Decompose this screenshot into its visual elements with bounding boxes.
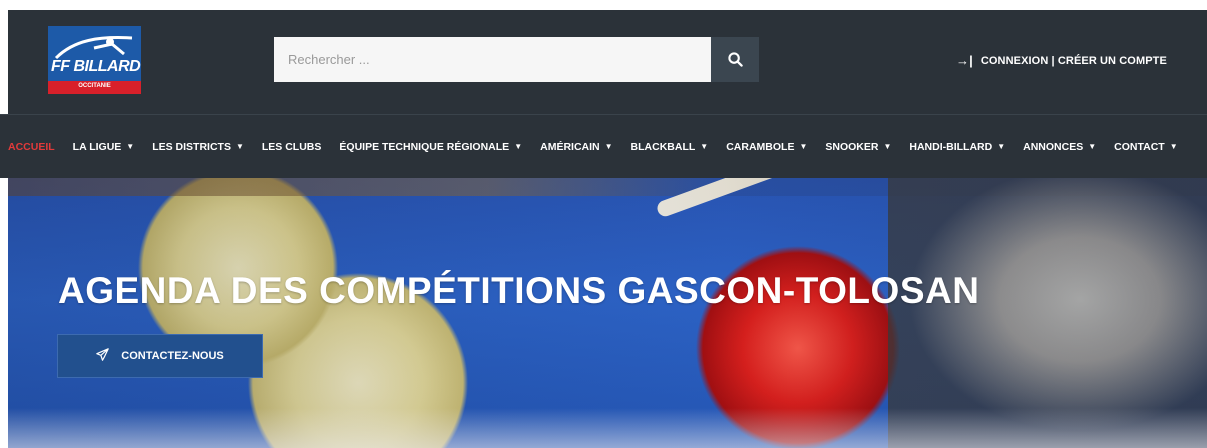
chevron-down-icon: ▼ [126,142,135,151]
hero-banner: AGENDA DES COMPÉTITIONS GASCON-TOLOSAN C… [8,178,1207,448]
chevron-down-icon: ▼ [883,142,892,151]
nav-label: LES DISTRICTS [152,140,231,153]
chevron-down-icon: ▼ [1169,142,1178,151]
hero-cloth-highlight [8,408,1207,448]
nav-item-accueil[interactable]: ACCUEIL [8,141,55,153]
nav-item-handi-billard[interactable]: HANDI-BILLARD ▼ [909,141,1005,153]
nav-item-les-districts[interactable]: LES DISTRICTS ▼ [152,141,244,153]
nav-label: LES CLUBS [261,140,322,153]
nav-label: AMÉRICAIN [540,140,600,153]
login-label: CONNEXION | CRÉER UN COMPTE [980,54,1167,67]
contact-button-label: CONTACTEZ-NOUS [121,350,224,362]
nav-item-blackball[interactable]: BLACKBALL ▼ [631,141,709,153]
chevron-down-icon: ▼ [604,142,613,151]
hero-title: AGENDA DES COMPÉTITIONS GASCON-TOLOSAN [58,270,980,311]
nav-label: LA LIGUE [72,140,122,153]
nav-label: CONTACT [1114,140,1165,153]
nav-list: ACCUEIL LA LIGUE ▼ LES DISTRICTS ▼ LES CLU… [8,115,1196,178]
chevron-down-icon: ▼ [997,142,1006,151]
nav-item-equipe-technique[interactable]: ÉQUIPE TECHNIQUE RÉGIONALE ▼ [339,141,522,153]
nav-item-la-ligue[interactable]: LA LIGUE ▼ [73,141,135,153]
chevron-down-icon: ▼ [235,142,244,151]
paper-plane-icon [96,348,110,364]
logo-player-icon [54,36,133,60]
site-logo[interactable]: FF BILLARD OCCITANIE [48,26,141,94]
chevron-down-icon: ▼ [1088,142,1097,151]
nav-item-les-clubs[interactable]: LES CLUBS [262,141,322,153]
nav-label: ANNONCES [1023,140,1084,153]
nav-item-contact[interactable]: CONTACT ▼ [1114,141,1177,153]
login-arrow-icon: →| [956,53,973,68]
nav-label: ÉQUIPE TECHNIQUE RÉGIONALE [339,140,510,153]
nav-item-carambole[interactable]: CARAMBOLE ▼ [726,141,807,153]
search-input[interactable] [274,37,711,82]
logo-text: FF BILLARD [51,58,141,75]
nav-label: BLACKBALL [630,140,696,153]
login-link[interactable]: →| CONNEXION | CRÉER UN COMPTE [956,53,1167,68]
chevron-down-icon: ▼ [514,142,523,151]
search-button[interactable] [711,37,759,82]
main-nav: ACCUEIL LA LIGUE ▼ LES DISTRICTS ▼ LES CLU… [0,114,1207,178]
contact-button[interactable]: CONTACTEZ-NOUS [57,334,263,378]
chevron-down-icon: ▼ [799,142,808,151]
nav-label: ACCUEIL [8,140,55,153]
logo-subtitle: OCCITANIE [78,83,111,89]
top-strip [0,0,1207,10]
nav-item-snooker[interactable]: SNOOKER ▼ [825,141,891,153]
nav-label: SNOOKER [825,140,879,153]
nav-label: CARAMBOLE [726,140,795,153]
search-icon [727,52,743,67]
nav-item-americain[interactable]: AMÉRICAIN ▼ [540,141,612,153]
nav-item-annonces[interactable]: ANNONCES ▼ [1023,141,1096,153]
chevron-down-icon: ▼ [700,142,709,151]
nav-label: HANDI-BILLARD [909,140,993,153]
site-header: FF BILLARD OCCITANIE →| CONNEXION | CRÉE… [8,10,1207,114]
